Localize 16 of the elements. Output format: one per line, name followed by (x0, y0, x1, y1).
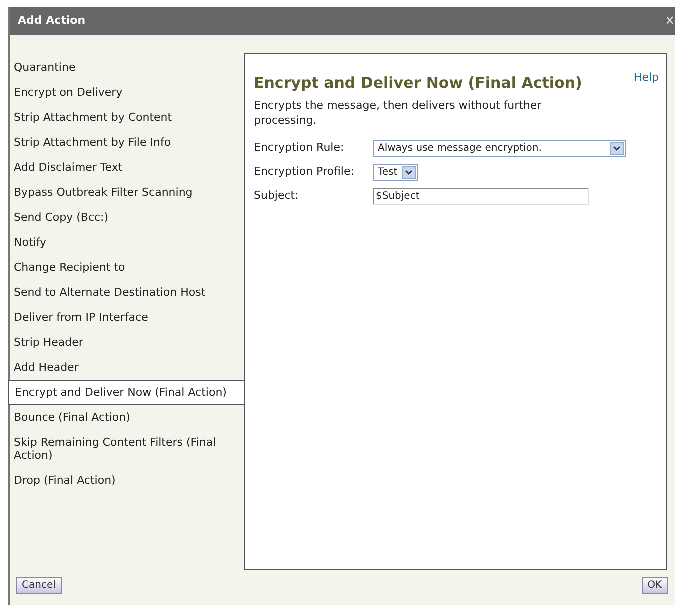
ok-button[interactable]: OK (642, 576, 668, 594)
input-field[interactable]: $Subject (373, 188, 589, 206)
field-label: Encryption Rule: (254, 140, 346, 156)
chevron-down-icon (402, 166, 416, 180)
panel-heading: Encrypt and Deliver Now (Final Action) (254, 72, 582, 94)
description: Encrypts the message, then delivers without further processing. (254, 98, 543, 128)
dropdown[interactable]: Test (373, 164, 418, 182)
action-item[interactable]: Encrypt and Deliver Now (Final Action) (8, 380, 244, 405)
help-link[interactable]: Help (634, 70, 659, 86)
field-label: Subject: (254, 188, 300, 204)
close-icon[interactable] (667, 16, 673, 26)
cancel-button[interactable]: Cancel (16, 576, 62, 594)
field-label: Encryption Profile: (254, 164, 356, 180)
dropdown[interactable]: Always use message encryption. (373, 140, 626, 158)
chevron-down-icon (610, 142, 624, 156)
window-title: Add Action (18, 12, 86, 29)
